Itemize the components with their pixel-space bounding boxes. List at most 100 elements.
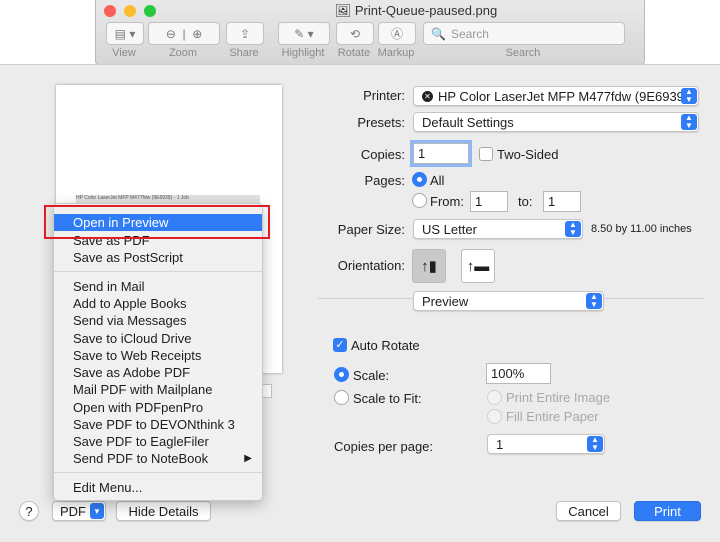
search-label: Search [505,47,541,59]
pages-all-radio[interactable] [412,172,427,187]
two-sided-label: Two-Sided [497,147,559,162]
section-value: Preview [422,293,469,309]
highlight-annotation-box [44,205,270,239]
paper-size-label: Paper Size: [337,222,405,237]
menu-item-label: Send PDF to NoteBook [73,451,209,466]
chevron-updown-icon: ▲ ▼ [681,88,697,104]
orientation-label: Orientation: [337,258,405,273]
search-placeholder: Search [450,26,489,41]
menu-item-add-to-apple-books[interactable]: Add to Apple Books [54,295,262,312]
search-field[interactable]: 🔍 Search [423,22,625,45]
menu-item-save-pdf-to-eaglefiler[interactable]: Save PDF to EagleFiler [54,433,262,450]
menu-item-send-pdf-to-notebook[interactable]: Send PDF to NoteBook ▶ [54,450,262,467]
menu-item-edit-menu[interactable]: Edit Menu... [54,479,262,496]
chevron-updown-icon: ▲ ▼ [587,436,603,452]
view-button[interactable]: ▤ ▾ [106,22,144,45]
presets-value: Default Settings [422,114,514,130]
rotate-icon: ⟲ [349,26,361,41]
search-icon: 🔍 [431,26,446,41]
menu-item-send-in-mail[interactable]: Send in Mail [54,278,262,295]
portrait-orientation-button[interactable]: ↑▮ [412,249,446,283]
markup-button[interactable]: Ⓐ [378,22,416,45]
landscape-orientation-button[interactable]: ↑▬ [461,249,495,283]
highlight-label: Highlight [281,47,325,59]
pages-all-label: All [430,173,445,188]
to-value: 1 [548,194,556,209]
printer-paused-icon: ✕ [422,90,433,102]
section-popup[interactable]: Preview ▲ ▼ [413,291,604,311]
to-input[interactable]: 1 [543,191,581,212]
fill-entire-paper-label: Fill Entire Paper [506,409,599,424]
rotate-button[interactable]: ⟲ [336,22,374,45]
chevron-down-icon: ▼ [90,503,104,519]
pages-label: Pages: [364,173,405,188]
markup-icon: Ⓐ [390,27,403,41]
printer-popup[interactable]: ✕ HP Color LaserJet MFP M477fdw (9E6939)… [413,86,699,106]
pages-from-label: From: [430,194,464,209]
printer-value: HP Color LaserJet MFP M477fdw (9E6939) [438,88,689,104]
print-button[interactable]: Print [634,501,701,521]
markup-label: Markup [377,47,415,59]
zoom-label: Zoom [168,47,198,59]
from-value: 1 [475,194,483,209]
menu-separator [54,472,262,473]
menu-item-open-with-pdfpenpro[interactable]: Open with PDFpenPro [54,399,262,416]
to-label: to: [518,194,533,209]
auto-rotate-label: Auto Rotate [351,338,420,353]
pdf-button-label: PDF [60,503,86,519]
highlighter-icon: ✎ ▾ [294,26,314,41]
presets-label: Presets: [357,115,405,130]
zoom-icon: ⊖ | ⊕ [165,26,203,41]
highlight-button[interactable]: ✎ ▾ [278,22,330,45]
print-entire-image-label: Print Entire Image [506,390,611,405]
close-window-icon[interactable] [104,5,116,17]
portrait-icon: ↑▮ [421,258,437,275]
auto-rotate-checkbox[interactable]: ✓ [333,338,347,352]
hide-details-label: Hide Details [128,503,199,519]
two-sided-checkbox[interactable] [479,147,493,161]
from-input[interactable]: 1 [470,191,508,212]
landscape-icon: ↑▬ [466,257,490,275]
scale-to-fit-radio[interactable] [334,390,349,405]
zoom-window-icon[interactable] [144,5,156,17]
zoom-button[interactable]: ⊖ | ⊕ [148,22,220,45]
copies-per-page-popup[interactable]: 1 ▲ ▼ [487,434,605,454]
menu-item-save-as-adobe-pdf[interactable]: Save as Adobe PDF [54,364,262,381]
preview-window-toolbar: 🖼 Print-Queue-paused.png ▤ ▾ View ⊖ | ⊕ … [95,0,645,65]
window-title-text: Print-Queue-paused.png [354,3,498,18]
cancel-button-label: Cancel [568,503,609,519]
hide-details-button[interactable]: Hide Details [116,501,211,521]
menu-item-save-to-web-receipts[interactable]: Save to Web Receipts [54,347,262,364]
fill-entire-paper-radio[interactable] [487,409,502,424]
menu-item-save-to-icloud-drive[interactable]: Save to iCloud Drive [54,330,262,347]
pdf-menu-button[interactable]: PDF ▼ [52,501,106,521]
copies-per-page-value: 1 [496,436,504,452]
print-entire-image-radio[interactable] [487,390,502,405]
chevron-updown-icon: ▲ ▼ [586,293,602,309]
pages-from-radio[interactable] [412,193,427,208]
page-navigation-control[interactable] [262,384,272,398]
cancel-button[interactable]: Cancel [556,501,621,521]
copies-per-page-label: Copies per page: [334,439,434,454]
sidebar-icon: ▤ ▾ [114,26,136,41]
share-label: Share [229,47,259,59]
menu-item-mail-pdf-with-mailplane[interactable]: Mail PDF with Mailplane [54,381,262,398]
copies-label: Copies: [360,147,405,162]
chevron-updown-icon: ▲ ▼ [565,221,581,237]
scale-input[interactable]: 100% [486,363,551,384]
presets-popup[interactable]: Default Settings ▲ ▼ [413,112,699,132]
menu-item-send-via-messages[interactable]: Send via Messages [54,312,262,329]
chevron-updown-icon: ▲ ▼ [681,114,697,130]
scale-label: Scale: [353,368,390,383]
copies-input[interactable]: 1 [413,143,469,164]
scale-radio[interactable] [334,367,349,382]
menu-item-save-as-postscript[interactable]: Save as PostScript [54,249,262,266]
share-button[interactable]: ⇪ [226,22,264,45]
help-button[interactable]: ? [19,501,39,521]
minimize-window-icon[interactable] [124,5,136,17]
paper-size-popup[interactable]: US Letter ▲ ▼ [413,219,583,239]
scale-to-fit-label: Scale to Fit: [353,391,422,406]
thumbnail-text: HP Color LaserJet MFP M477fdw (9E6939) -… [76,195,189,201]
menu-item-save-pdf-to-devonthink[interactable]: Save PDF to DEVONthink 3 [54,416,262,433]
copies-value: 1 [418,146,426,161]
